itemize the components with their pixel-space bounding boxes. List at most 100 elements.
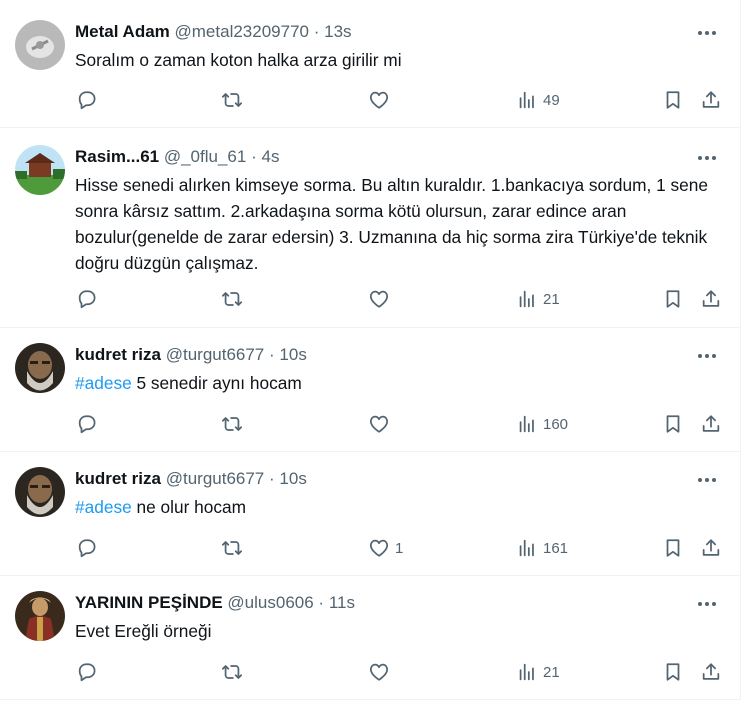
tweet-actions: 21	[0, 286, 741, 312]
reply-icon	[76, 288, 98, 310]
share-icon	[700, 288, 722, 310]
views-button[interactable]: 160	[516, 411, 568, 437]
separator-dot: ·	[269, 469, 275, 488]
tweet[interactable]: Metal Adam @metal23209770 · 13s Soralım …	[0, 0, 741, 128]
tweet-timestamp[interactable]: 10s	[279, 345, 306, 364]
more-options-icon[interactable]	[696, 148, 718, 168]
tweet-timestamp[interactable]: 13s	[324, 22, 351, 41]
avatar[interactable]	[15, 145, 65, 195]
tweet[interactable]: Rasim...61 @_0flu_61 · 4s Hisse senedi a…	[0, 128, 741, 328]
tweet-text: #adese ne olur hocam	[75, 494, 725, 520]
share-icon	[700, 89, 722, 111]
tweet-header: Rasim...61 @_0flu_61 · 4s	[75, 146, 279, 168]
separator-dot: ·	[269, 345, 275, 364]
bookmark-button[interactable]	[662, 286, 684, 312]
retweet-button[interactable]	[221, 87, 243, 113]
tweet-text: Evet Ereğli örneği	[75, 621, 212, 641]
author-name[interactable]: kudret riza	[75, 469, 161, 488]
share-button[interactable]	[700, 286, 722, 312]
view-count: 160	[543, 415, 569, 433]
views-button[interactable]: 161	[516, 535, 568, 561]
author-handle[interactable]: @turgut6677	[166, 345, 265, 364]
views-button[interactable]: 49	[516, 87, 560, 113]
reply-icon	[76, 537, 98, 559]
heart-icon	[368, 537, 390, 559]
analytics-icon	[516, 537, 538, 559]
share-icon	[700, 661, 722, 683]
reply-button[interactable]	[76, 286, 98, 312]
analytics-icon	[516, 89, 538, 111]
reply-button[interactable]	[76, 87, 98, 113]
share-icon	[700, 537, 722, 559]
bookmark-button[interactable]	[662, 535, 684, 561]
tweet-actions: 1 161	[0, 535, 741, 561]
bookmark-button[interactable]	[662, 659, 684, 685]
tweet-timestamp[interactable]: 4s	[261, 147, 279, 166]
separator-dot: ·	[251, 147, 257, 166]
author-handle[interactable]: @ulus0606	[227, 593, 313, 612]
author-handle[interactable]: @turgut6677	[166, 469, 265, 488]
tweet-timestamp[interactable]: 10s	[279, 469, 306, 488]
retweet-button[interactable]	[221, 659, 243, 685]
tweet[interactable]: YARININ PEŞİNDE @ulus0606 · 11s Evet Ere…	[0, 576, 741, 700]
tweet-header: YARININ PEŞİNDE @ulus0606 · 11s	[75, 592, 355, 614]
tweet-text: Soralım o zaman koton halka arza girilir…	[75, 50, 402, 70]
view-count: 49	[543, 91, 560, 109]
like-button[interactable]	[368, 411, 395, 437]
share-button[interactable]	[700, 659, 722, 685]
avatar[interactable]	[15, 343, 65, 393]
more-options-icon[interactable]	[696, 470, 718, 490]
retweet-button[interactable]	[221, 411, 243, 437]
share-button[interactable]	[700, 535, 722, 561]
views-button[interactable]: 21	[516, 286, 560, 312]
retweet-icon	[221, 413, 243, 435]
retweet-button[interactable]	[221, 286, 243, 312]
like-button[interactable]	[368, 286, 395, 312]
tweet-header: Metal Adam @metal23209770 · 13s	[75, 21, 352, 43]
bookmark-icon	[662, 288, 684, 310]
like-button[interactable]	[368, 659, 395, 685]
avatar[interactable]	[15, 20, 65, 70]
avatar[interactable]	[15, 591, 65, 641]
author-handle[interactable]: @metal23209770	[175, 22, 309, 41]
author-handle[interactable]: @_0flu_61	[164, 147, 247, 166]
share-button[interactable]	[700, 87, 722, 113]
more-options-icon[interactable]	[696, 23, 718, 43]
retweet-icon	[221, 661, 243, 683]
tweet[interactable]: kudret riza @turgut6677 · 10s #adese 5 s…	[0, 328, 741, 452]
author-name[interactable]: Metal Adam	[75, 22, 170, 41]
hashtag-link[interactable]: #adese	[75, 497, 132, 517]
heart-icon	[368, 661, 390, 683]
reply-button[interactable]	[76, 411, 98, 437]
view-count: 161	[543, 539, 569, 557]
tweet-header: kudret riza @turgut6677 · 10s	[75, 344, 307, 366]
avatar[interactable]	[15, 467, 65, 517]
author-name[interactable]: Rasim...61	[75, 147, 159, 166]
heart-icon	[368, 413, 390, 435]
like-button[interactable]: 1	[368, 535, 403, 561]
tweet-actions: 21	[0, 659, 741, 685]
tweet-timestamp[interactable]: 11s	[329, 593, 355, 612]
more-options-icon[interactable]	[696, 346, 718, 366]
more-options-icon[interactable]	[696, 594, 718, 614]
reply-button[interactable]	[76, 659, 98, 685]
author-name[interactable]: kudret riza	[75, 345, 161, 364]
tweet-text-content: ne olur hocam	[131, 497, 247, 517]
separator-dot: ·	[313, 22, 320, 41]
share-button[interactable]	[700, 411, 722, 437]
retweet-button[interactable]	[221, 535, 243, 561]
like-count: 1	[395, 539, 404, 557]
views-button[interactable]: 21	[516, 659, 560, 685]
bookmark-button[interactable]	[662, 411, 684, 437]
bookmark-icon	[662, 537, 684, 559]
author-name[interactable]: YARININ PEŞİNDE	[75, 593, 223, 612]
retweet-icon	[221, 89, 243, 111]
bookmark-button[interactable]	[662, 87, 684, 113]
share-icon	[700, 413, 722, 435]
hashtag-link[interactable]: #adese	[75, 373, 132, 393]
reply-button[interactable]	[76, 535, 98, 561]
tweet[interactable]: kudret riza @turgut6677 · 10s #adese ne …	[0, 452, 741, 576]
like-button[interactable]	[368, 87, 395, 113]
bookmark-icon	[662, 661, 684, 683]
separator-dot: ·	[318, 593, 325, 612]
